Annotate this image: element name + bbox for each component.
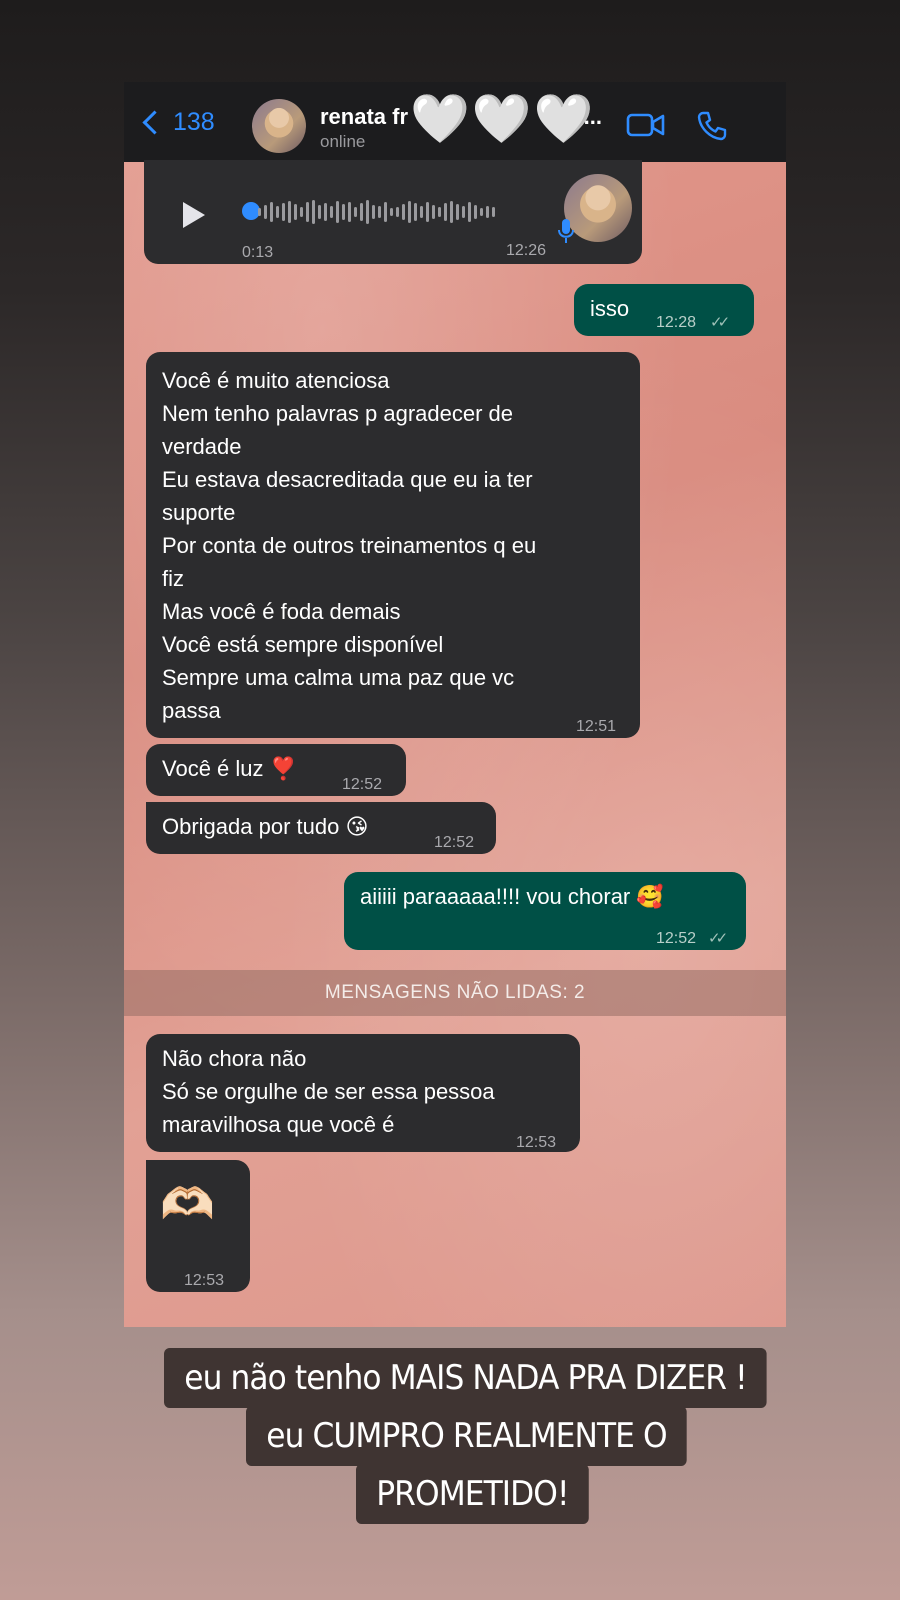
- voice-message[interactable]: 0:13 12:26: [144, 160, 642, 264]
- sender-avatar: [564, 174, 632, 242]
- unread-messages-banner: MENSAGENS NÃO LIDAS: 2: [124, 970, 786, 1016]
- chat-screen: 138 renata fr lu... 🤍 🤍 🤍 online 0:13 12:26: [124, 82, 786, 1327]
- message-time: 12:53: [184, 1272, 225, 1289]
- message-text: isso: [590, 296, 630, 321]
- message-bubble-incoming[interactable]: Você é luz ❣️ 12:52: [146, 744, 406, 796]
- voice-waveform[interactable]: [258, 200, 495, 224]
- story-caption-line-2: eu CUMPRO REALMENTE O: [246, 1406, 687, 1466]
- contact-status: online: [320, 132, 366, 151]
- message-time: 12:52: [656, 930, 697, 947]
- microphone-icon: [558, 219, 574, 243]
- message-time: 12:26: [506, 242, 547, 259]
- message-time: 12:52: [342, 776, 383, 793]
- message-text: Não chora não Só se orgulhe de ser essa …: [162, 1046, 495, 1137]
- message-time: 12:28: [656, 314, 697, 331]
- chevron-left-icon: [142, 110, 167, 135]
- message-text: aiiiii paraaaaa!!!! vou chorar 🥰: [360, 884, 664, 909]
- message-bubble-outgoing[interactable]: aiiiii paraaaaa!!!! vou chorar 🥰 12:52 ✓…: [344, 872, 746, 950]
- phone-icon[interactable]: [696, 110, 728, 142]
- double-check-icon: ✓✓: [710, 314, 730, 331]
- story-caption-line-3: PROMETIDO!: [356, 1464, 589, 1524]
- message-time: 12:52: [434, 834, 475, 851]
- message-bubble-incoming[interactable]: Não chora não Só se orgulhe de ser essa …: [146, 1034, 580, 1152]
- message-time: 12:51: [576, 718, 617, 735]
- message-time: 12:53: [516, 1134, 557, 1151]
- contact-avatar[interactable]: [252, 99, 306, 153]
- back-button[interactable]: 138: [140, 108, 215, 137]
- message-text: Você é luz ❣️: [162, 756, 298, 781]
- story-caption-line-1: eu não tenho MAIS NADA PRA DIZER !: [164, 1348, 768, 1408]
- message-bubble-incoming[interactable]: Obrigada por tudo 😘 12:52: [146, 802, 496, 854]
- double-check-icon: ✓✓: [708, 930, 728, 947]
- video-call-icon[interactable]: [626, 112, 666, 138]
- unread-count: 138: [173, 108, 215, 136]
- play-icon[interactable]: [180, 200, 208, 230]
- message-bubble-incoming[interactable]: 🫶🏻 12:53: [146, 1160, 250, 1292]
- message-text: Obrigada por tudo 😘: [162, 814, 369, 839]
- message-bubble-outgoing[interactable]: isso 12:28 ✓✓: [574, 284, 754, 336]
- chat-header: 138 renata fr lu... 🤍 🤍 🤍 online: [124, 82, 786, 162]
- message-bubble-incoming[interactable]: Você é muito atenciosa Nem tenho palavra…: [146, 352, 640, 738]
- emoji-message: 🫶🏻: [160, 1180, 215, 1229]
- heart-emojis: 🤍 🤍 🤍: [410, 93, 594, 146]
- voice-duration: 0:13: [242, 244, 274, 261]
- message-text: Você é muito atenciosa Nem tenho palavra…: [162, 368, 537, 723]
